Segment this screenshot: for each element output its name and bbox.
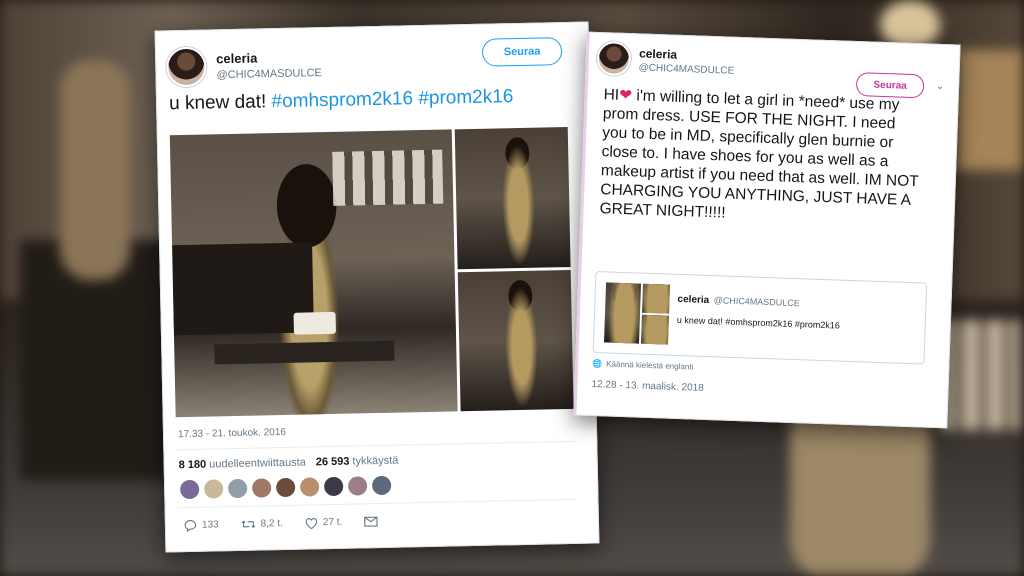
tweet-text-plain: u knew dat! (168, 91, 272, 115)
quoted-user-name: celeria (677, 293, 710, 307)
retweet-button[interactable]: 8,2 t. (240, 517, 283, 531)
chevron-down-icon[interactable]: ⌄ (936, 81, 945, 92)
engagement-counts: 8 180 uudelleentwiittausta 26 593 tykkäyst… (179, 455, 399, 472)
tweet-card-left: celeria @CHIC4MASDULCE Seuraa u knew dat… (154, 21, 600, 553)
tweet-photo-top-right[interactable] (454, 126, 571, 270)
tweet-header: celeria @CHIC4MASDULCE (596, 40, 735, 80)
envelope-icon (364, 516, 379, 527)
quoted-tweet-photos (603, 282, 671, 345)
liker-avatar[interactable] (370, 474, 393, 497)
globe-icon: 🌐 (592, 358, 603, 369)
like-count: 27 t. (322, 516, 343, 529)
liker-avatar[interactable] (178, 478, 201, 501)
liker-avatar[interactable] (322, 475, 345, 498)
tweet-photo-bottom-right[interactable] (457, 269, 574, 412)
tweet-timestamp[interactable]: 12.28 - 13. maalisk. 2018 (591, 379, 704, 394)
liker-avatar[interactable] (202, 478, 225, 500)
like-button[interactable]: 27 t. (305, 516, 343, 529)
divider (176, 440, 577, 451)
retweets-count: 8 180 (178, 458, 207, 472)
liker-avatar[interactable] (226, 477, 249, 500)
quoted-user-handle: @CHIC4MASDULCE (713, 295, 800, 309)
liker-avatar[interactable] (346, 475, 369, 497)
translate-link[interactable]: 🌐 Käännä kielestä englanti (592, 359, 693, 372)
hashtag-link[interactable]: #prom2k16 (418, 86, 513, 109)
heart-icon (305, 517, 318, 529)
user-handle[interactable]: @CHIC4MASDULCE (216, 67, 322, 81)
reply-icon (184, 520, 197, 533)
retweet-icon (241, 520, 256, 528)
tweet-timestamp[interactable]: 17.33 - 21. toukok. 2016 (178, 427, 286, 440)
divider (177, 498, 578, 509)
tweet-text-body: i'm willing to let a girl in *need* use … (599, 87, 919, 222)
sparkling-heart-icon: ❤ (618, 86, 633, 105)
avatar[interactable] (165, 46, 207, 88)
retweets-label: uudelleentwiittausta (209, 456, 306, 471)
follow-button[interactable]: Seuraa (481, 37, 563, 67)
tweet-text: HI❤ i'm willing to let a girl in *need* … (599, 85, 923, 229)
avatar[interactable] (596, 40, 632, 77)
quoted-tweet[interactable]: celeria @CHIC4MASDULCE u knew dat! #omhs… (592, 271, 928, 365)
message-button[interactable] (364, 516, 379, 527)
user-name[interactable]: celeria (216, 49, 322, 66)
liker-avatar[interactable] (274, 476, 297, 499)
user-name[interactable]: celeria (639, 46, 735, 63)
tweet-card-right: celeria @CHIC4MASDULCE Seuraa ⌄ HI❤ i'm … (573, 31, 961, 429)
likes-count: 26 593 (315, 455, 350, 469)
hashtag-link[interactable]: #omhsprom2k16 (271, 88, 413, 112)
quoted-tweet-text: u knew dat! #omhsprom2k16 #prom2k16 (676, 314, 840, 331)
reply-count: 133 (201, 519, 219, 531)
retweets-stat[interactable]: 8 180 uudelleentwiittausta (179, 457, 306, 472)
translate-label: Käännä kielestä englanti (606, 359, 694, 372)
user-handle[interactable]: @CHIC4MASDULCE (638, 62, 734, 76)
likes-label: tykkäystä (352, 454, 399, 468)
tweet-header: celeria @CHIC4MASDULCE (165, 44, 322, 88)
likes-stat[interactable]: 26 593 tykkäystä (316, 455, 399, 469)
reply-button[interactable]: 133 (184, 518, 219, 533)
liker-avatar[interactable] (298, 476, 321, 498)
tweet-text-hi: HI (603, 86, 620, 104)
liker-avatars (178, 474, 393, 501)
tweet-photo-main[interactable] (169, 129, 458, 418)
liker-avatar[interactable] (250, 477, 273, 499)
tweet-actions: 133 8,2 t. 27 t. (184, 515, 401, 533)
retweet-count: 8,2 t. (260, 518, 283, 530)
tweet-text: u knew dat! #omhsprom2k16 #prom2k16 (169, 86, 514, 115)
